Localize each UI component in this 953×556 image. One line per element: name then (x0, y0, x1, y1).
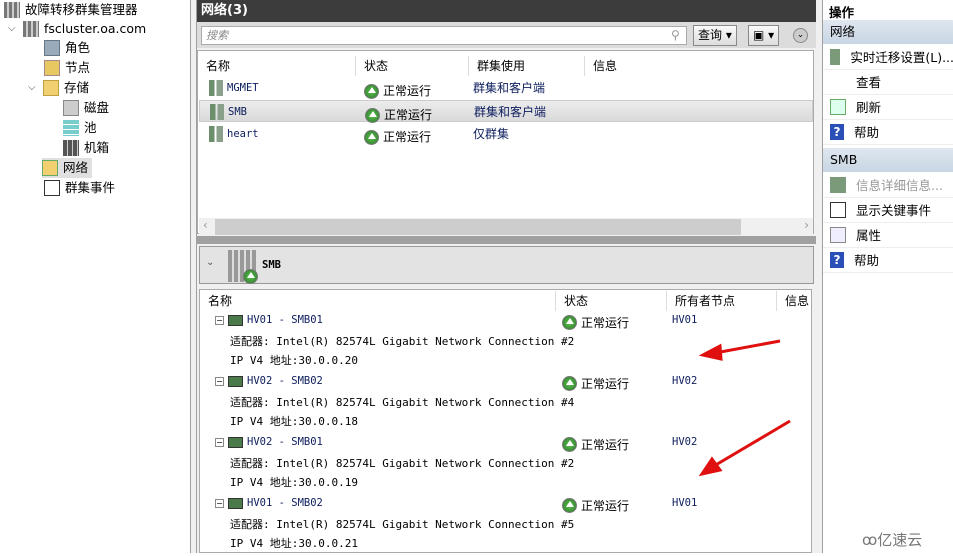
event-log-icon (44, 180, 60, 196)
tree-item-storage[interactable]: ⌵ 存储 (28, 78, 89, 98)
cloud-icon: ꝏ (862, 531, 878, 549)
status-up-icon (562, 376, 577, 391)
watermark-logo: ꝏ亿速云 (862, 531, 923, 549)
actions-pane: 操作 网络 实时迁移设置(L)... 查看 刷新? 帮助 SMB 信息详细信息... 显示关键… (822, 0, 953, 553)
tree-root[interactable]: 故障转移群集管理器 (4, 0, 138, 20)
cluster-manager-icon (4, 2, 20, 18)
actions-section-header[interactable]: 网络 (823, 20, 953, 44)
search-input[interactable]: 搜索 (201, 26, 687, 45)
search-toolbar: 搜索 ⚲ 查询 ▾ ▣ ▾ ⌄ (197, 22, 816, 48)
network-adapter-icon (228, 315, 243, 326)
table-row[interactable]: heart 正常运行 仅群集 (199, 123, 813, 145)
query-button[interactable]: 查询 ▾ (693, 25, 737, 46)
network-icon (42, 160, 58, 176)
cluster-icon (23, 21, 39, 37)
scrollbar-thumb[interactable] (215, 219, 741, 235)
action-item[interactable]: 查看 (823, 70, 953, 95)
enclosure-icon (63, 140, 79, 156)
column-header-status[interactable]: 状态 (556, 291, 667, 311)
interface-item[interactable]: − HV02 - SMB02 适配器: Intel(R) 82574L Giga… (200, 373, 811, 434)
interface-item[interactable]: − HV01 - SMB02 适配器: Intel(R) 82574L Giga… (200, 495, 811, 556)
network-interfaces-table: 名称 状态 所有者节点 信息 − HV01 - SMB01 适配器: Intel… (199, 289, 812, 553)
disk-icon (63, 100, 79, 116)
network-adapter-icon (228, 437, 243, 448)
networks-table: 名称 状态 群集使用 信息 MGMET 正常运行 群集和客户端 SMB 正常运行 … (197, 50, 814, 235)
status-up-icon (365, 107, 380, 123)
action-item[interactable]: 属性 (823, 223, 953, 248)
save-icon: ▣ (753, 28, 765, 42)
network-icon (209, 80, 223, 96)
chevron-down-icon[interactable]: ⌵ (28, 78, 38, 98)
network-adapter-icon (228, 376, 243, 387)
column-header-name[interactable]: 名称 (200, 291, 556, 311)
tree-cluster[interactable]: ⌵ fscluster.oa.com (8, 19, 146, 39)
table-row[interactable]: MGMET 正常运行 群集和客户端 (199, 77, 813, 99)
save-query-button[interactable]: ▣ ▾ (748, 25, 780, 46)
action-item[interactable]: ? 帮助 (823, 120, 953, 145)
collapse-icon[interactable]: − (215, 377, 224, 386)
migration-settings-icon (830, 49, 841, 65)
tree-item-disks[interactable]: 磁盘 (63, 98, 109, 118)
help-icon: ? (830, 252, 844, 268)
pool-icon (63, 120, 79, 136)
scroll-right-icon[interactable]: › (804, 218, 809, 232)
nodes-icon (44, 60, 60, 76)
help-icon: ? (830, 124, 844, 140)
actions-section-header[interactable]: SMB (823, 148, 953, 172)
event-log-icon (830, 202, 846, 218)
column-header-info[interactable]: 信息 (777, 291, 811, 311)
status-up-icon (364, 129, 379, 145)
status-up-icon (562, 437, 577, 452)
column-header-owner-node[interactable]: 所有者节点 (667, 291, 777, 311)
collapse-icon[interactable]: − (215, 499, 224, 508)
column-header-status[interactable]: 状态 (356, 56, 469, 76)
column-header-name[interactable]: 名称 (198, 56, 356, 76)
details-icon (830, 177, 846, 193)
tree-item-cluster-events[interactable]: 群集事件 (44, 178, 115, 198)
action-item[interactable]: 信息详细信息... (823, 173, 953, 198)
status-up-icon (364, 83, 379, 99)
network-adapter-icon (228, 498, 243, 509)
status-up-icon (562, 498, 577, 513)
folder-icon (43, 80, 59, 96)
collapse-icon[interactable]: − (215, 316, 224, 325)
interface-item[interactable]: − HV01 - SMB01 适配器: Intel(R) 82574L Giga… (200, 312, 811, 373)
refresh-icon (830, 99, 846, 115)
blank-icon (830, 74, 846, 90)
action-item[interactable]: 实时迁移设置(L)... (823, 45, 953, 70)
tree-item-nodes[interactable]: 节点 (44, 58, 90, 78)
interface-item[interactable]: − HV02 - SMB01 适配器: Intel(R) 82574L Giga… (200, 434, 811, 495)
detail-header: ⌄ SMB (199, 246, 814, 284)
roles-icon (44, 40, 60, 56)
chevron-down-icon[interactable]: ⌵ (8, 19, 18, 39)
network-icon (210, 104, 224, 120)
actions-title: 操作 (829, 5, 855, 20)
search-icon[interactable]: ⚲ (671, 28, 680, 42)
tree-item-roles[interactable]: 角色 (44, 38, 90, 58)
pane-splitter[interactable] (197, 236, 816, 244)
properties-icon (830, 227, 846, 243)
horizontal-scrollbar[interactable]: ‹ › (199, 218, 813, 235)
scroll-left-icon[interactable]: ‹ (203, 218, 208, 232)
table-row[interactable]: SMB 正常运行 群集和客户端 (199, 100, 813, 123)
tree-item-enclosures[interactable]: 机箱 (63, 138, 109, 158)
action-item[interactable]: 刷新 (823, 95, 953, 120)
detail-title: SMB (262, 259, 281, 271)
navigation-tree: 故障转移群集管理器 ⌵ fscluster.oa.com 角色 节点 ⌵ 存储 磁盘… (0, 0, 191, 553)
tree-item-pools[interactable]: 池 (63, 118, 97, 138)
collapse-icon[interactable]: ⌄ (206, 257, 214, 268)
column-header-info[interactable]: 信息 (585, 56, 705, 76)
network-server-icon (228, 250, 258, 284)
action-item[interactable]: 显示关键事件 (823, 198, 953, 223)
collapse-icon[interactable]: − (215, 438, 224, 447)
action-item[interactable]: ? 帮助 (823, 248, 953, 273)
column-header-cluster-use[interactable]: 群集使用 (469, 56, 585, 76)
pane-title: 网络(3) (197, 0, 816, 22)
status-up-icon (562, 315, 577, 330)
expand-icon[interactable]: ⌄ (793, 28, 808, 43)
tree-item-networks[interactable]: 网络 (42, 158, 93, 178)
center-pane: 网络(3) 搜索 ⚲ 查询 ▾ ▣ ▾ ⌄ 名称 状态 群集使用 信息 MGME… (197, 0, 816, 553)
network-icon (209, 126, 223, 142)
